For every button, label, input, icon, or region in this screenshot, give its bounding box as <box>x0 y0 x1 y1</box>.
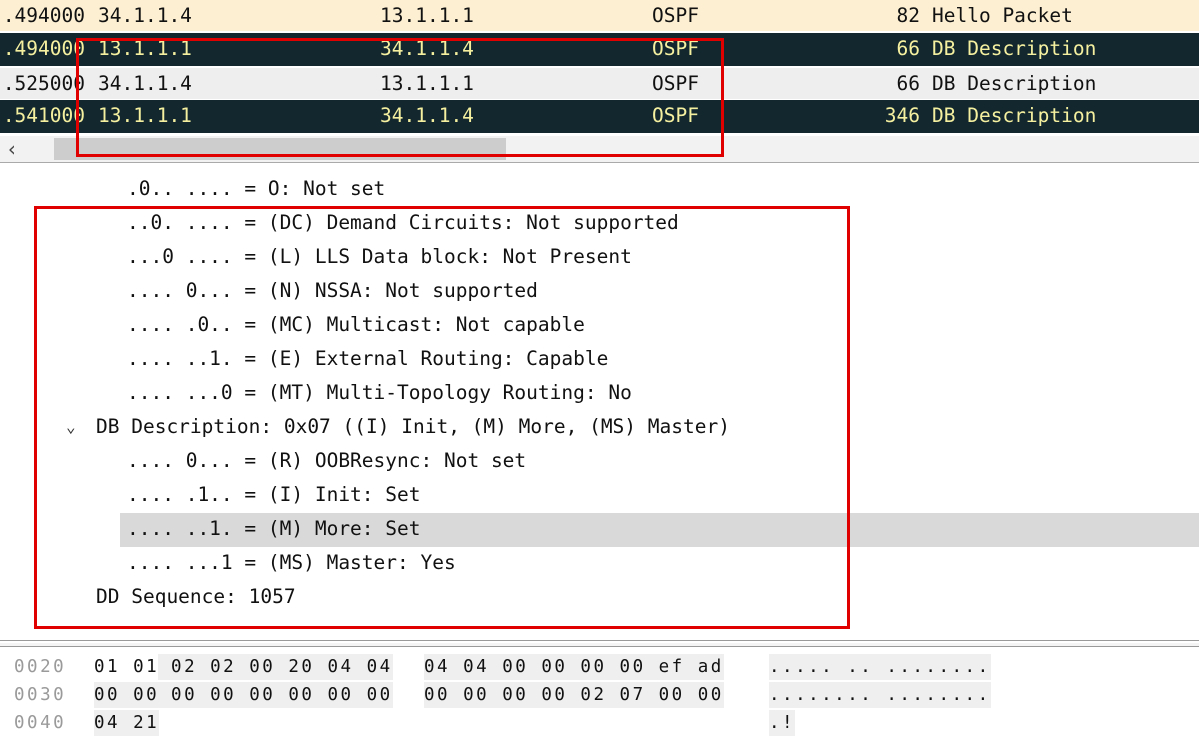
hex-bytes[interactable]: 02 02 00 20 04 04 <box>158 654 393 680</box>
hex-offset[interactable]: 0020 <box>14 654 66 680</box>
hex-ascii[interactable]: ........ ........ <box>769 682 991 708</box>
info-cell: DB Description <box>932 72 1097 95</box>
chevron-left-icon[interactable]: ‹ <box>6 136 18 162</box>
time-cell: .541000 <box>2 104 85 127</box>
info-cell: DB Description <box>932 37 1097 60</box>
destination-cell: 13.1.1.1 <box>380 4 474 27</box>
packet-row[interactable]: .494000 34.1.1.4 13.1.1.1 OSPF 82 Hello … <box>0 0 1199 31</box>
info-cell: Hello Packet <box>932 4 1073 27</box>
hex-bytes[interactable]: 00 00 00 00 00 00 <box>158 682 393 708</box>
pane-divider[interactable] <box>0 643 1199 647</box>
hex-bytes[interactable]: 00 00 <box>94 682 160 708</box>
hex-bytes[interactable]: 04 04 00 00 00 00 ef ad <box>424 654 724 680</box>
hex-ascii[interactable]: ..... .. ........ <box>769 654 991 680</box>
length-cell: 66 <box>896 37 920 60</box>
tree-field[interactable]: .0.. .... = O: Not set <box>127 172 385 206</box>
protocol-cell: OSPF <box>652 4 699 27</box>
hex-bytes[interactable]: 04 21 <box>94 710 160 736</box>
time-cell: .494000 <box>2 37 85 60</box>
hex-bytes[interactable]: 01 01 <box>94 654 159 680</box>
info-cell: DB Description <box>932 104 1097 127</box>
hex-bytes[interactable]: 00 00 00 00 02 07 00 00 <box>424 682 724 708</box>
source-cell: 34.1.1.4 <box>98 4 192 27</box>
hex-offset[interactable]: 0040 <box>14 710 66 736</box>
annotation-box <box>34 206 850 629</box>
length-cell: 346 <box>884 104 920 127</box>
annotation-box <box>76 38 724 157</box>
length-cell: 66 <box>896 72 920 95</box>
length-cell: 82 <box>896 4 920 27</box>
time-cell: .494000 <box>2 4 85 27</box>
hex-ascii[interactable]: .! <box>769 710 796 736</box>
hex-offset[interactable]: 0030 <box>14 682 66 708</box>
time-cell: .525000 <box>2 72 85 95</box>
